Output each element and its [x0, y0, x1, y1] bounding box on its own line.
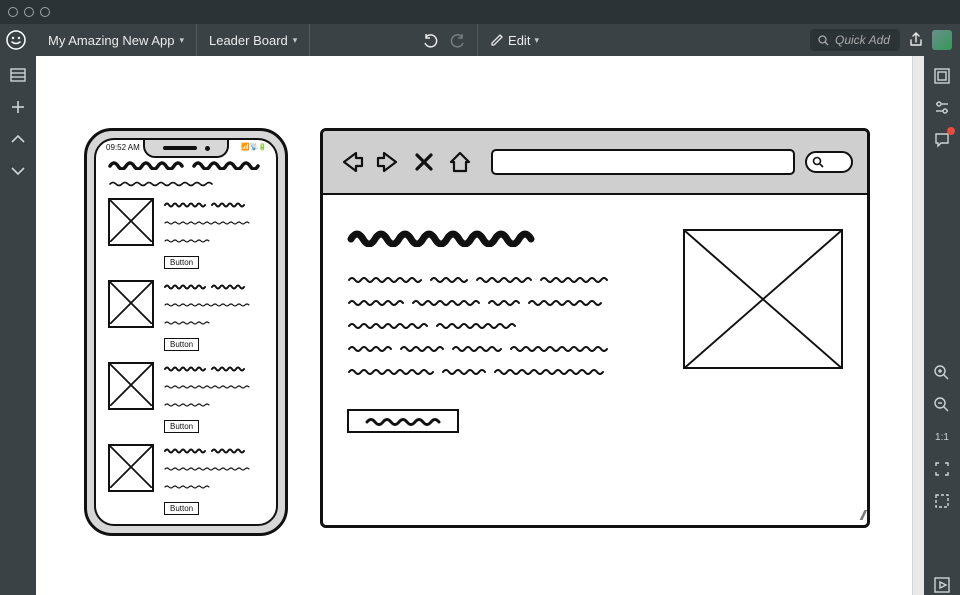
paragraph-squiggle — [347, 343, 617, 353]
text-squiggle — [164, 219, 264, 226]
search-icon — [812, 156, 824, 168]
chevron-down-icon: ▾ — [534, 35, 539, 46]
phone-heading-squiggle — [108, 158, 268, 170]
window-close-icon[interactable] — [8, 7, 18, 17]
list-item: Button — [108, 362, 264, 434]
text-squiggle — [164, 447, 264, 454]
text-squiggle — [164, 301, 264, 308]
panel-toggle-icon[interactable] — [9, 66, 27, 84]
image-placeholder-icon — [683, 229, 843, 369]
chevron-down-icon: ▾ — [293, 35, 298, 46]
left-rail — [0, 56, 36, 595]
notification-badge — [947, 127, 955, 135]
window-zoom-icon[interactable] — [40, 7, 50, 17]
phone-subheading-squiggle — [108, 179, 268, 187]
edit-menu[interactable]: Edit ▾ — [477, 24, 539, 56]
image-placeholder-icon — [108, 362, 154, 410]
browser-url-input[interactable] — [491, 149, 795, 175]
right-toolbar: Quick Add — [810, 29, 960, 51]
paragraph-squiggle — [347, 320, 617, 330]
play-button[interactable] — [932, 575, 952, 595]
text-squiggle — [164, 401, 264, 408]
image-placeholder-icon — [108, 444, 154, 492]
text-squiggle — [164, 237, 264, 244]
phone-notch — [143, 140, 229, 158]
chevron-down-icon: ▾ — [179, 35, 184, 46]
text-squiggle — [164, 483, 264, 490]
text-squiggle — [164, 383, 264, 390]
quick-add-placeholder: Quick Add — [835, 33, 890, 47]
paragraph-squiggle — [347, 297, 617, 307]
browser-body: /// — [323, 195, 867, 525]
collapse-up-icon[interactable] — [9, 130, 27, 148]
user-avatar[interactable] — [932, 30, 952, 50]
phone-status-icons: 📶 📡 🔋 — [241, 143, 266, 152]
zoom-fit-button[interactable] — [932, 459, 952, 479]
canvas[interactable]: 09:52 AM 📶 📡 🔋 Bu — [36, 56, 912, 595]
browser-back-icon[interactable] — [337, 147, 367, 177]
canvas-area: 09:52 AM 📶 📡 🔋 Bu — [36, 56, 924, 595]
browser-nav — [337, 147, 475, 177]
zoom-actual-button[interactable]: 1:1 — [932, 427, 952, 447]
pen-icon — [490, 33, 504, 47]
text-squiggle — [164, 201, 264, 208]
item-button[interactable]: Button — [164, 420, 199, 433]
share-button[interactable] — [908, 31, 924, 50]
text-squiggle — [164, 465, 264, 472]
list-item: Button — [108, 198, 264, 270]
phone-list: Button Button — [96, 198, 276, 516]
expand-down-icon[interactable] — [9, 162, 27, 180]
item-button[interactable]: Button — [164, 256, 199, 269]
resize-handle-icon[interactable]: /// — [860, 507, 863, 523]
window-titlebar — [0, 0, 960, 24]
undo-button[interactable] — [421, 31, 439, 49]
text-squiggle — [164, 283, 264, 290]
paragraph-squiggle — [347, 274, 617, 284]
zoom-out-button[interactable] — [932, 395, 952, 415]
cta-button[interactable] — [347, 409, 459, 433]
image-placeholder-icon — [108, 280, 154, 328]
settings-icon[interactable] — [932, 98, 952, 118]
page-heading-squiggle — [347, 225, 547, 247]
redo-button[interactable] — [449, 31, 467, 49]
app-logo-icon[interactable] — [6, 30, 26, 50]
edit-label: Edit — [508, 33, 530, 48]
list-item: Button — [108, 280, 264, 352]
text-squiggle — [164, 319, 264, 326]
right-rail: 1:1 — [924, 56, 960, 595]
quick-add-input[interactable]: Quick Add — [810, 29, 900, 51]
browser-home-icon[interactable] — [445, 147, 475, 177]
zoom-in-button[interactable] — [932, 363, 952, 383]
page-menu[interactable]: Leader Board ▾ — [197, 24, 310, 56]
mockup-browser[interactable]: /// — [320, 128, 870, 528]
list-item: Button — [108, 444, 264, 516]
search-icon — [818, 35, 829, 46]
phone-screen: 09:52 AM 📶 📡 🔋 Bu — [94, 138, 278, 526]
text-squiggle — [164, 365, 264, 372]
browser-forward-icon[interactable] — [373, 147, 403, 177]
project-menu[interactable]: My Amazing New App ▾ — [36, 24, 197, 56]
button-label-squiggle — [363, 415, 443, 427]
comments-icon[interactable] — [932, 130, 952, 150]
item-button[interactable]: Button — [164, 338, 199, 351]
browser-chrome — [323, 131, 867, 195]
project-name-label: My Amazing New App — [48, 33, 174, 48]
add-button[interactable] — [9, 98, 27, 116]
paragraph-squiggle — [347, 366, 617, 376]
item-button[interactable]: Button — [164, 502, 199, 515]
app-toolbar: My Amazing New App ▾ Leader Board ▾ Edit… — [0, 24, 960, 56]
image-placeholder-icon — [108, 198, 154, 246]
fullscreen-button[interactable] — [932, 491, 952, 511]
phone-time: 09:52 AM — [106, 143, 140, 152]
browser-stop-icon[interactable] — [409, 147, 439, 177]
inspector-icon[interactable] — [932, 66, 952, 86]
window-minimize-icon[interactable] — [24, 7, 34, 17]
center-toolbar: Edit ▾ — [421, 24, 539, 56]
mockup-phone[interactable]: 09:52 AM 📶 📡 🔋 Bu — [84, 128, 288, 536]
vertical-scrollbar[interactable] — [912, 56, 924, 595]
browser-search-button[interactable] — [805, 151, 853, 173]
page-name-label: Leader Board — [209, 33, 288, 48]
